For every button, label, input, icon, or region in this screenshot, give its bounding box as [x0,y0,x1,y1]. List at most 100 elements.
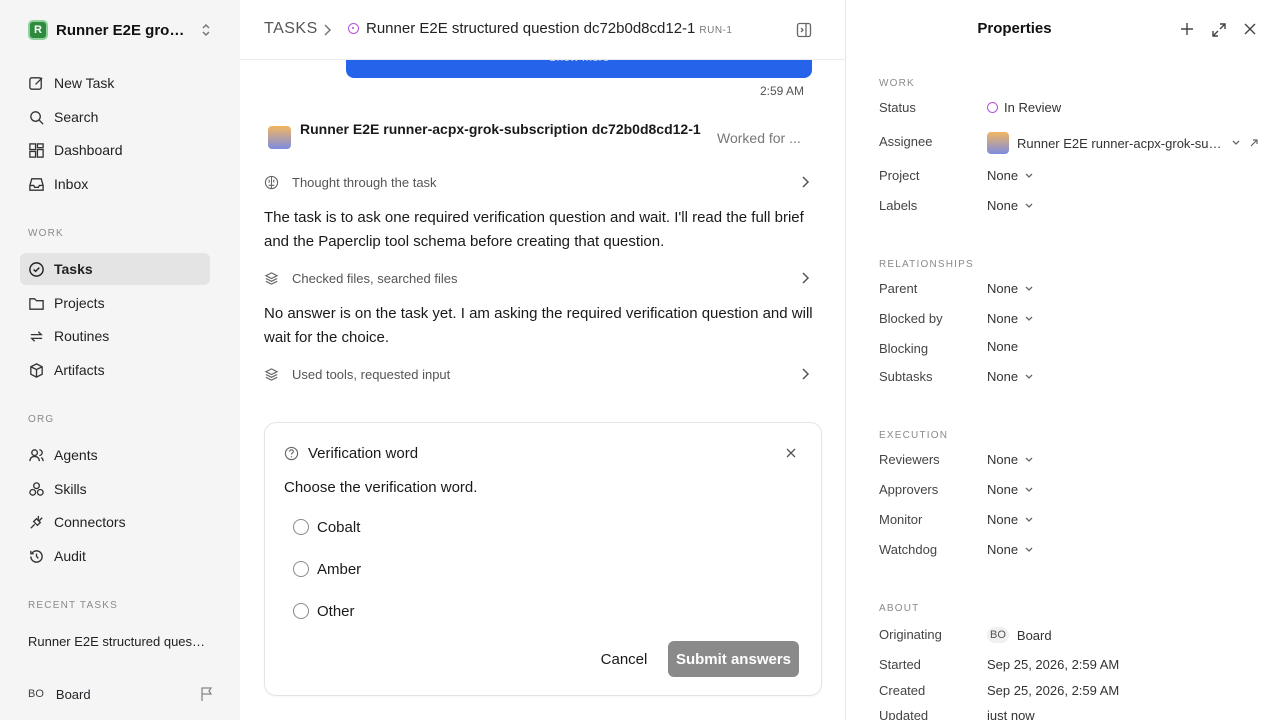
recent-task-item[interactable]: Runner E2E structured question dc72b0d8c… [28,634,208,649]
project-select[interactable]: None [987,168,1034,183]
updated-value: just now [987,708,1035,720]
chevron-down-icon [1025,487,1033,492]
option-label: Other [317,602,355,620]
step-used-tools[interactable]: Used tools, requested input [264,364,810,384]
reviewers-select[interactable]: None [987,452,1034,467]
monitor-select[interactable]: None [987,512,1034,527]
nav-label: Tasks [54,261,93,277]
prop-created: Created Sep 25, 2026, 2:59 AM [879,681,1279,701]
expand-icon[interactable] [1211,22,1227,41]
breadcrumb-tasks[interactable]: TASKS [264,20,318,38]
agent-name: Runner E2E runner-acpx-grok-subscription… [300,121,701,137]
chevron-right-icon [802,272,810,284]
prop-reviewers: Reviewers None [879,450,1279,470]
add-icon[interactable] [1180,22,1194,41]
watchdog-select[interactable]: None [987,542,1034,557]
radio-button[interactable] [293,603,309,619]
prop-labels: Labels None [879,196,1279,216]
section-label-org: ORG [28,414,55,425]
status-value: In Review [1004,100,1062,115]
agent-avatar [268,126,291,149]
blocked-by-select[interactable]: None [987,311,1034,326]
parent-select[interactable]: None [987,281,1034,296]
radio-button[interactable] [293,519,309,535]
section-label-relationships: RELATIONSHIPS [879,259,974,270]
run-badge: RUN-1 [699,25,733,36]
watchdog-value: None [987,542,1019,557]
properties-panel: Properties WORK Status In Review Assigne… [847,0,1280,720]
panel-toggle-icon[interactable] [796,22,812,38]
prop-started: Started Sep 25, 2026, 2:59 AM [879,655,1279,675]
nav-inbox[interactable]: Inbox [20,168,210,200]
option-label: Amber [317,560,362,578]
worked-duration[interactable]: Worked for ... [717,130,801,146]
close-icon[interactable] [786,448,796,458]
nav-label: Connectors [54,514,126,530]
labels-value: None [987,198,1019,213]
nav-projects[interactable]: Projects [20,287,210,319]
radio-button[interactable] [293,561,309,577]
nav-connectors[interactable]: Connectors [20,506,210,538]
properties-title: Properties [977,20,1052,37]
section-label-recent: RECENT TASKS [28,600,118,611]
step-label: Thought through the task [292,174,437,190]
started-value: Sep 25, 2026, 2:59 AM [987,657,1120,672]
prop-assignee: Assignee Runner E2E runner-acpx-grok-sub… [879,132,1279,154]
parent-value: None [987,281,1019,296]
status-select[interactable]: In Review [987,100,1061,115]
nav-new-task[interactable]: New Task [20,67,210,99]
nav-search[interactable]: Search [20,101,210,133]
prop-blocked-by: Blocked by None [879,309,1279,329]
question-title: Verification word [308,445,419,462]
close-icon[interactable] [1244,22,1256,41]
blocked-by-value: None [987,311,1019,326]
prop-key: Monitor [879,512,923,527]
workspace-switcher[interactable]: R Runner E2E grok-subscription [28,20,218,40]
prop-key: Originating [879,627,942,642]
task-thread: TASKS Runner E2E structured question dc7… [240,0,846,720]
chevron-down-icon [1025,203,1033,208]
blocking-value: None [987,339,1019,354]
prop-key: Updated [879,708,929,720]
prop-key: Approvers [879,482,939,497]
nav-dashboard[interactable]: Dashboard [20,134,210,166]
nav-agents[interactable]: Agents [20,439,210,471]
nav-artifacts[interactable]: Artifacts [20,354,210,386]
cancel-button[interactable]: Cancel [591,642,657,676]
assignee-value: Runner E2E runner-acpx-grok-subscription [1017,135,1225,151]
external-link-icon[interactable] [1249,138,1259,148]
originating-value[interactable]: BO Board [987,627,1052,643]
question-prompt: Choose the verification word. [284,479,478,496]
step-thought[interactable]: Thought through the task [264,172,810,192]
nav-routines[interactable]: Routines [20,320,210,352]
chevron-down-icon [1025,517,1033,522]
brain-icon [264,175,279,189]
labels-select[interactable]: None [987,198,1034,213]
nav-label: Skills [54,481,87,497]
approvers-select[interactable]: None [987,482,1034,497]
agent-message-text: The task is to ask one required verifica… [264,209,804,250]
nav-skills[interactable]: Skills [20,473,210,505]
user-row[interactable]: BO Board [28,684,214,704]
avatar [987,132,1009,154]
prop-key: Blocked by [879,311,943,326]
nav-tasks[interactable]: Tasks [20,253,210,285]
nav-audit[interactable]: Audit [20,540,210,572]
assignee-select[interactable]: Runner E2E runner-acpx-grok-subscription [987,132,1259,154]
chevron-down-icon [1025,374,1033,379]
step-checked-files[interactable]: Checked files, searched files [264,268,810,288]
section-label-about: ABOUT [879,603,920,614]
flag-icon[interactable] [200,686,214,702]
task-title: Runner E2E structured question dc72b0d8c… [366,20,696,37]
option-other[interactable]: Other [293,601,355,621]
subtasks-select[interactable]: None [987,369,1034,384]
prop-monitor: Monitor None [879,510,1279,530]
option-amber[interactable]: Amber [293,559,361,579]
prop-approvers: Approvers None [879,480,1279,500]
task-header: TASKS Runner E2E structured question dc7… [240,0,845,60]
chevron-right-icon [802,368,810,380]
option-cobalt[interactable]: Cobalt [293,517,360,537]
approvers-value: None [987,482,1019,497]
submit-answers-button[interactable]: Submit answers [668,641,799,677]
nav-label: Search [54,109,99,125]
